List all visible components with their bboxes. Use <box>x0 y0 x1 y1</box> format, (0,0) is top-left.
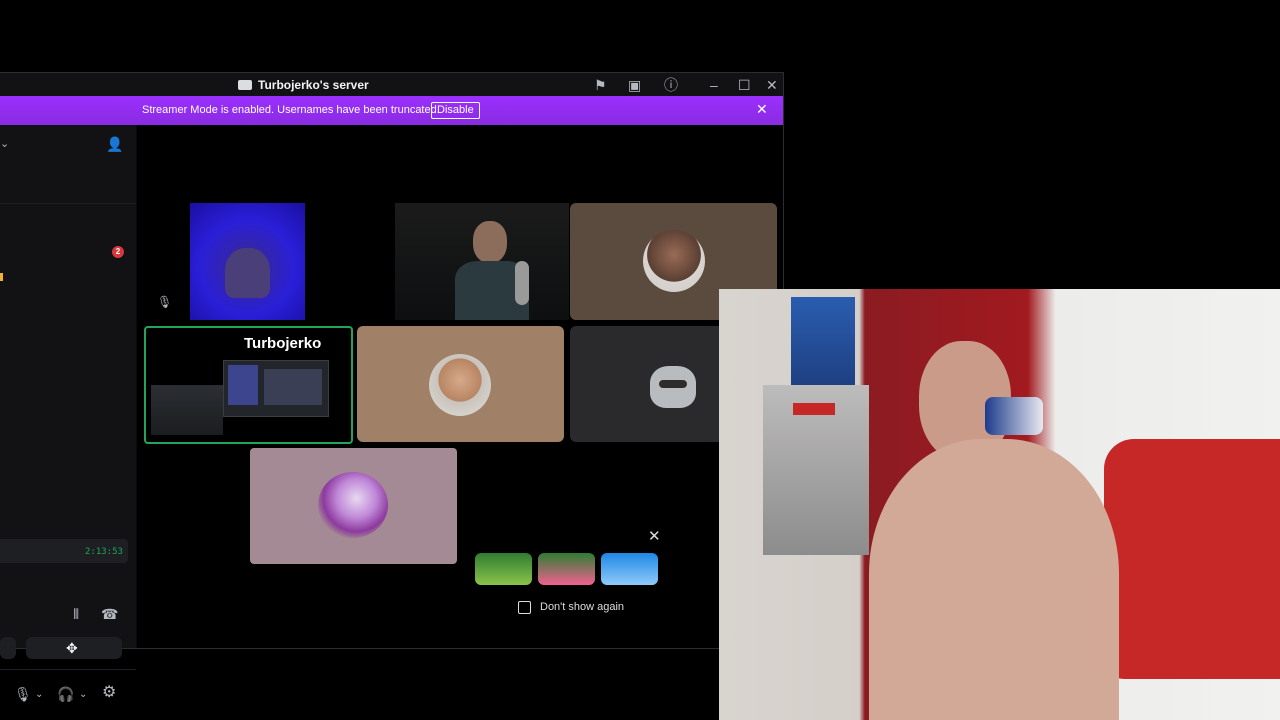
muted-mic-icon: 🎙 <box>157 295 173 309</box>
headphones-icon[interactable]: 🎧 <box>57 687 74 701</box>
preview-panel <box>264 369 322 405</box>
chevron-down-icon[interactable]: ⌄ <box>0 137 9 151</box>
divider <box>0 669 136 670</box>
video-tile-blue[interactable] <box>190 203 305 320</box>
settings-gear-icon[interactable]: ⚙ <box>102 685 116 701</box>
help-icon[interactable]: ⓘ <box>664 77 678 93</box>
camera-button[interactable] <box>0 637 16 659</box>
streamer-mode-banner: Streamer Mode is enabled. Usernames have… <box>0 96 783 125</box>
microphone-prop <box>515 261 529 305</box>
divider <box>0 203 136 204</box>
screenshare-tile[interactable]: Turbojerko <box>144 326 353 444</box>
chess-game-thumbnail[interactable] <box>475 553 532 585</box>
discord-window: Turbojerko's server ⚑ ▣ ⓘ – ☐ ✕ Streamer… <box>0 72 784 701</box>
disable-button[interactable]: Disable <box>431 102 480 119</box>
close-promo-icon[interactable]: ✕ <box>648 529 661 544</box>
user-avatar <box>429 354 491 416</box>
call-timer: 2:13:53 <box>85 547 123 557</box>
red-couch <box>1104 439 1280 679</box>
dont-show-again-label: Don't show again <box>540 601 625 613</box>
user-avatar <box>318 472 388 538</box>
disconnect-icon[interactable]: ☎ <box>101 607 118 621</box>
invite-user-icon[interactable]: 👤 <box>106 137 123 151</box>
notification-badge: 2 <box>112 246 124 258</box>
title-bar: Turbojerko's server ⚑ ▣ ⓘ – ☐ ✕ <box>0 72 783 97</box>
preview-panel <box>228 365 258 405</box>
window-title-text: Turbojerko's server <box>258 78 369 92</box>
flag-icon[interactable]: ⚑ <box>594 77 607 93</box>
screenshare-username: Turbojerko <box>244 335 322 352</box>
close-window-icon[interactable]: ✕ <box>766 77 778 93</box>
can-in-hand <box>985 397 1043 435</box>
chevron-down-icon[interactable]: ⌄ <box>79 688 87 702</box>
dont-show-again-checkbox[interactable] <box>518 601 531 614</box>
chevron-down-icon[interactable]: ⌄ <box>35 688 43 702</box>
video-tile-headset[interactable] <box>395 203 569 320</box>
fridge-sticker <box>793 403 835 415</box>
avatar-tile-2[interactable] <box>357 326 564 442</box>
maximize-icon[interactable]: ☐ <box>738 77 751 93</box>
minimize-icon[interactable]: – <box>710 77 718 93</box>
server-icon <box>238 80 252 90</box>
close-banner-icon[interactable]: ✕ <box>756 101 768 118</box>
streamer-mode-text: Streamer Mode is enabled. Usernames have… <box>142 104 440 116</box>
raccoon-avatar <box>650 366 696 408</box>
streamer-cam-preview <box>151 385 223 435</box>
inbox-icon[interactable]: ▣ <box>628 77 641 93</box>
activities-promo: ✕ Don't show again <box>462 521 672 637</box>
beer-box <box>791 297 855 389</box>
call-area: 🎙 Turbojerko <box>137 125 783 648</box>
game-thumbnail[interactable] <box>538 553 595 585</box>
window-title: Turbojerko's server <box>238 78 369 92</box>
avatar-tile-3[interactable] <box>570 326 720 442</box>
raccoon-mask <box>659 380 687 388</box>
activities-icon: ✥ <box>66 640 78 656</box>
activities-button[interactable]: ✥ <box>26 637 122 659</box>
screenshare-preview <box>223 360 329 417</box>
person-face <box>473 221 507 263</box>
soundboard-icon[interactable]: ⦀ <box>73 607 79 621</box>
avatar-tile-4[interactable] <box>250 448 457 564</box>
person-silhouette <box>225 248 270 298</box>
game-thumbnail[interactable] <box>601 553 658 585</box>
person-torso <box>869 439 1119 720</box>
user-avatar <box>643 230 705 292</box>
unread-marker <box>0 273 3 281</box>
sidebar: ⌄ 👤 2 2:13:53 ⦀ ☎ ✥ 🎙 ⌄ 🎧 ⌄ ⚙ <box>0 125 136 701</box>
webcam-overlay <box>719 289 1280 720</box>
mini-fridge <box>763 385 869 555</box>
microphone-icon[interactable]: 🎙 <box>14 687 32 701</box>
